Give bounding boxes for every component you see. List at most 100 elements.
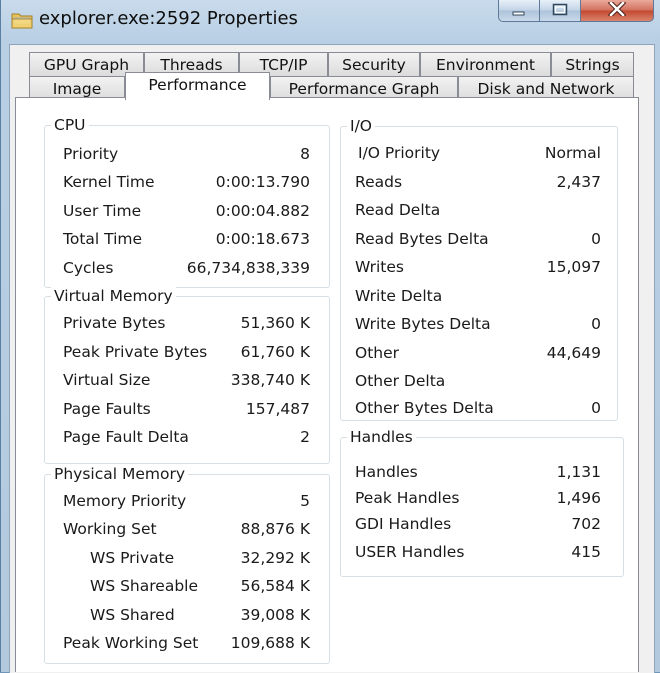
close-button[interactable] — [580, 0, 654, 22]
row-value: 1,496 — [556, 489, 601, 507]
cpu-row-priority: Priority 8 — [63, 145, 310, 167]
row-label: Other — [355, 344, 400, 362]
row-value: 0 — [591, 315, 601, 333]
vm-row-private-bytes: Private Bytes 51,360 K — [63, 314, 310, 336]
title-bar[interactable]: explorer.exe:2592 Properties — [1, 0, 660, 44]
row-label: Read Delta — [355, 201, 441, 219]
vm-row-peak-private-bytes: Peak Private Bytes 61,760 K — [63, 343, 310, 365]
row-value: 44,649 — [546, 344, 601, 362]
handles-row-peak-handles: Peak Handles 1,496 — [355, 489, 601, 511]
row-label: Kernel Time — [63, 173, 155, 191]
window-title: explorer.exe:2592 Properties — [39, 8, 298, 29]
row-label: Reads — [355, 173, 403, 191]
vm-row-page-fault-delta: Page Fault Delta 2 — [63, 428, 310, 450]
vm-row-virtual-size: Virtual Size 338,740 K — [63, 371, 310, 393]
vm-row-page-faults: Page Faults 157,487 — [63, 400, 310, 422]
row-label: Priority — [63, 145, 119, 163]
row-value: 51,360 K — [240, 314, 310, 332]
io-group: I/O I/O Priority Normal Reads 2,437 Read… — [340, 117, 618, 421]
row-value: 66,734,838,339 — [186, 259, 310, 277]
properties-window: explorer.exe:2592 Properties GPU Graph T… — [0, 0, 660, 673]
row-label: Virtual Size — [63, 371, 151, 389]
row-value: 88,876 K — [240, 520, 310, 538]
tab-security[interactable]: Security — [328, 52, 420, 76]
row-value: 61,760 K — [240, 343, 310, 361]
row-label: WS Shareable — [90, 577, 199, 595]
row-value: 5 — [300, 492, 310, 510]
row-value: 15,097 — [546, 258, 601, 276]
row-value: 2,437 — [556, 173, 601, 191]
io-row-io-priority: I/O Priority Normal — [358, 144, 601, 166]
row-value: 32,292 K — [240, 549, 310, 567]
row-value: Normal — [544, 144, 601, 162]
folder-icon — [11, 10, 33, 30]
row-label: Working Set — [63, 520, 157, 538]
io-row-other-bytes-delta: Other Bytes Delta 0 — [355, 399, 601, 421]
row-value: 0:00:04.882 — [215, 202, 310, 220]
row-label: I/O Priority — [358, 144, 441, 162]
io-row-read-delta: Read Delta — [355, 201, 601, 223]
group-title: CPU — [51, 116, 89, 134]
group-title: Handles — [347, 428, 416, 446]
pm-row-ws-shared: WS Shared 39,008 K — [90, 606, 310, 628]
row-label: Peak Handles — [355, 489, 460, 507]
row-label: Page Faults — [63, 400, 151, 418]
row-value: 702 — [571, 515, 601, 533]
group-title: Physical Memory — [51, 465, 189, 483]
row-value: 157,487 — [245, 400, 310, 418]
row-label: WS Private — [90, 549, 175, 567]
io-row-writes: Writes 15,097 — [355, 258, 601, 280]
row-label: USER Handles — [355, 543, 465, 561]
io-row-reads: Reads 2,437 — [355, 173, 601, 195]
row-value: 0 — [591, 399, 601, 417]
row-label: Other Delta — [355, 372, 446, 390]
physical-memory-group: Physical Memory Memory Priority 5 Workin… — [44, 465, 330, 664]
row-value: 109,688 K — [230, 634, 310, 652]
row-value: 0 — [591, 230, 601, 248]
cpu-group: CPU Priority 8 Kernel Time 0:00:13.790 U… — [44, 116, 330, 288]
group-title: I/O — [347, 117, 375, 135]
group-title: Virtual Memory — [51, 287, 176, 305]
close-icon — [607, 0, 627, 20]
row-label: Private Bytes — [63, 314, 166, 332]
io-row-other: Other 44,649 — [355, 344, 601, 366]
cpu-row-total-time: Total Time 0:00:18.673 — [63, 230, 310, 252]
row-label: Total Time — [63, 230, 143, 248]
pm-row-ws-private: WS Private 32,292 K — [90, 549, 310, 571]
row-value: 2 — [300, 428, 310, 446]
row-value: 0:00:13.790 — [215, 173, 310, 191]
tab-environment[interactable]: Environment — [420, 52, 551, 76]
handles-row-handles: Handles 1,131 — [355, 463, 601, 485]
row-label: Peak Working Set — [63, 634, 199, 652]
tab-performance[interactable]: Performance — [125, 72, 270, 100]
row-label: Memory Priority — [63, 492, 187, 510]
io-row-other-delta: Other Delta — [355, 372, 601, 394]
row-label: Other Bytes Delta — [355, 399, 494, 417]
row-value: 39,008 K — [240, 606, 310, 624]
row-value: 56,584 K — [240, 577, 310, 595]
cpu-row-user-time: User Time 0:00:04.882 — [63, 202, 310, 224]
cpu-row-kernel-time: Kernel Time 0:00:13.790 — [63, 173, 310, 195]
minimize-button[interactable] — [498, 0, 540, 22]
handles-row-gdi-handles: GDI Handles 702 — [355, 515, 601, 537]
row-value: 1,131 — [556, 463, 601, 481]
row-label: Read Bytes Delta — [355, 230, 489, 248]
performance-panel: CPU Priority 8 Kernel Time 0:00:13.790 U… — [15, 97, 639, 672]
pm-row-memory-priority: Memory Priority 5 — [63, 492, 310, 514]
io-row-read-bytes-delta: Read Bytes Delta 0 — [355, 230, 601, 252]
pm-row-working-set: Working Set 88,876 K — [63, 520, 310, 542]
io-row-write-delta: Write Delta — [355, 287, 601, 309]
row-value: 415 — [571, 543, 601, 561]
virtual-memory-group: Virtual Memory Private Bytes 51,360 K Pe… — [44, 287, 330, 464]
row-label: Peak Private Bytes — [63, 343, 208, 361]
minimize-icon — [512, 1, 526, 20]
tab-strings[interactable]: Strings — [551, 52, 634, 76]
row-label: GDI Handles — [355, 515, 452, 533]
pm-row-ws-shareable: WS Shareable 56,584 K — [90, 577, 310, 599]
maximize-button[interactable] — [539, 0, 581, 22]
row-label: WS Shared — [90, 606, 175, 624]
pm-row-peak-working-set: Peak Working Set 109,688 K — [63, 634, 310, 656]
row-label: Write Delta — [355, 287, 443, 305]
row-value: 0:00:18.673 — [215, 230, 310, 248]
row-label: Page Fault Delta — [63, 428, 189, 446]
